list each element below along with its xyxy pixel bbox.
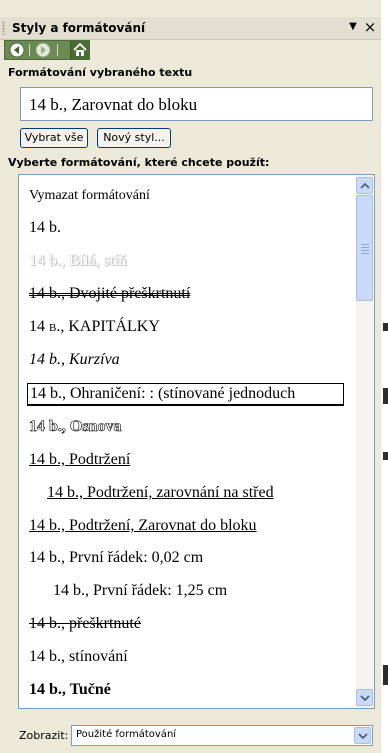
new-style-button[interactable]: Nový styl... <box>97 128 171 148</box>
select-all-button[interactable]: Vybrat vše <box>20 128 88 148</box>
document-edge <box>381 0 388 753</box>
document-text-fragment <box>383 388 388 404</box>
list-item[interactable]: 14 b. <box>29 219 61 237</box>
list-item-first-line-002[interactable]: 14 b., První řádek: 0,02 cm <box>29 549 203 567</box>
show-label: Zobrazit: <box>19 729 69 742</box>
show-dropdown[interactable]: Použité formátování <box>71 725 373 746</box>
nav-separator <box>29 44 30 56</box>
show-dropdown-value: Použité formátování <box>76 729 177 740</box>
home-icon[interactable] <box>70 41 89 59</box>
navigation-bar <box>4 40 90 60</box>
styles-formatting-pane: Styly a formátování ▼ × Formátování vybr… <box>0 0 381 753</box>
scroll-thumb[interactable] <box>356 195 373 301</box>
list-item-clear-formatting[interactable]: Vymazat formátování <box>29 188 150 204</box>
nav-separator <box>57 44 58 56</box>
list-item-italic[interactable]: 14 b., Kurzíva <box>29 351 120 369</box>
scroll-up-icon[interactable] <box>356 177 373 194</box>
list-item-underline[interactable]: 14 b., Podtržení <box>29 451 130 469</box>
apply-formatting-heading: Vyberte formátování, které chcete použít… <box>8 156 270 169</box>
close-icon[interactable]: × <box>363 20 377 35</box>
selected-text-heading: Formátování vybraného textu <box>8 66 193 79</box>
list-item-shading[interactable]: 14 b., stínování <box>29 648 128 666</box>
pane-menu-dropdown-icon[interactable]: ▼ <box>346 20 360 34</box>
pane-titlebar[interactable]: Styly a formátování ▼ × <box>0 17 381 40</box>
list-item-white-shadow[interactable]: 14 b., Bílá, stíň <box>29 252 127 270</box>
list-item-outline[interactable]: 14 b., Osnova <box>29 418 122 436</box>
scroll-down-icon[interactable] <box>356 689 373 706</box>
drag-grip-icon[interactable] <box>2 21 5 35</box>
list-item-underline-center[interactable]: 14 b., Podtržení, zarovnání na střed <box>47 484 274 502</box>
document-text-fragment <box>383 452 388 460</box>
vertical-scrollbar[interactable] <box>356 175 373 708</box>
list-item-underline-justify[interactable]: 14 b., Podtržení, Zarovnat do bloku <box>29 517 257 535</box>
list-item-strikethrough[interactable]: 14 b., přeškrtnuté <box>29 615 141 633</box>
document-text-fragment <box>383 323 388 331</box>
forward-arrow-icon[interactable] <box>35 42 51 58</box>
document-text-fragment <box>383 665 388 685</box>
current-format-text: 14 b., Zarovnat do bloku <box>29 95 198 114</box>
pane-title: Styly a formátování <box>12 21 146 35</box>
formatting-list: Vymazat formátování 14 b. 14 b., Bílá, s… <box>18 174 375 709</box>
list-item-border[interactable]: 14 b., Ohraničení: : (stínované jednoduc… <box>27 383 344 406</box>
current-format-box[interactable]: 14 b., Zarovnat do bloku <box>20 87 373 121</box>
back-arrow-icon[interactable] <box>9 42 25 58</box>
list-item-double-strikethrough[interactable]: 14 b., Dvojité přeškrtnutí <box>29 285 190 303</box>
list-item-first-line-125[interactable]: 14 b., První řádek: 1,25 cm <box>53 582 227 600</box>
list-item-bold[interactable]: 14 b., Tučné <box>29 681 111 699</box>
chevron-down-icon[interactable] <box>354 727 371 744</box>
list-item-small-caps[interactable]: 14 b., KAPITÁLKY <box>29 318 160 336</box>
